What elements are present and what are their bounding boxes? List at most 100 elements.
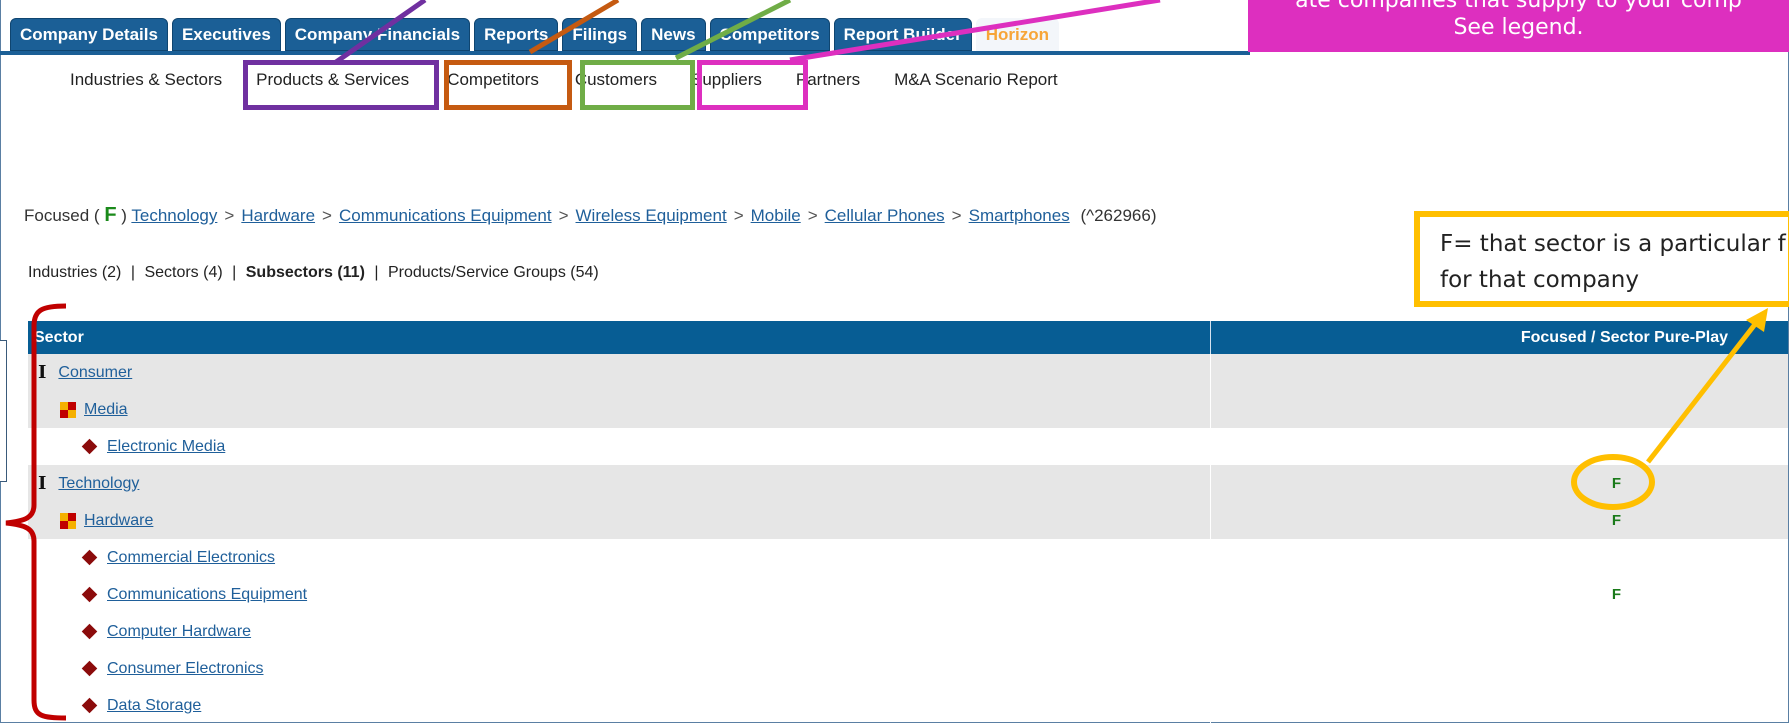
col-sector-header[interactable]: Sector [28, 321, 1211, 354]
focus-legend-line1: F= that sector is a particular f [1440, 231, 1786, 257]
sector-table: Sector Focused / Sector Pure-Play I Consu… [28, 321, 1788, 724]
crumb-sep: > [807, 206, 818, 225]
sector-cell: I Consumer [28, 354, 1211, 391]
crumb-mobile[interactable]: Mobile [751, 206, 801, 225]
crumb-sep: > [733, 206, 744, 225]
col-focused-header[interactable]: Focused / Sector Pure-Play [1211, 321, 1788, 354]
four-square-icon [60, 512, 76, 529]
count-industries[interactable]: Industries (2) [28, 264, 121, 281]
breadcrumb-code: (^262966) [1080, 206, 1157, 225]
count-sectors[interactable]: Sectors (4) [144, 264, 222, 281]
highlight-customers [580, 60, 695, 110]
focused-flag-cell [1211, 539, 1788, 576]
sector-link[interactable]: Consumer Electronics [107, 660, 264, 678]
sector-cell: Media [28, 391, 1211, 428]
count-sep: | [232, 264, 237, 281]
sector-link[interactable]: Data Storage [107, 697, 201, 715]
sector-cell: I Technology [28, 465, 1211, 502]
count-sep: | [130, 264, 135, 281]
sector-cell: Data Storage [28, 687, 1211, 724]
sector-cell: Electronic Media [28, 428, 1211, 465]
tab-reports[interactable]: Reports [474, 18, 559, 51]
sector-cell: Hardware [28, 502, 1211, 539]
table-row: Media [28, 391, 1788, 428]
count-product-groups[interactable]: Products/Service Groups (54) [388, 264, 599, 281]
suppliers-callout: ate companies that supply to your comp S… [1248, 0, 1789, 52]
sector-link[interactable]: Media [84, 401, 128, 419]
left-panel-edge [0, 340, 7, 482]
four-square-icon [60, 401, 76, 418]
diamond-icon [81, 623, 98, 640]
crumb-sep: > [558, 206, 569, 225]
crumb-wireless-equipment[interactable]: Wireless Equipment [576, 206, 727, 225]
focused-flag-cell [1211, 687, 1788, 724]
diamond-icon [81, 549, 98, 566]
suppliers-callout-line2: See legend. [1453, 15, 1584, 40]
tab-executives[interactable]: Executives [171, 18, 281, 51]
tab-company-details[interactable]: Company Details [10, 18, 168, 51]
highlight-competitors [444, 60, 572, 110]
level-counts: Industries (2) | Sectors (4) | Subsector… [28, 264, 599, 282]
diamond-icon [81, 438, 98, 455]
crumb-smartphones[interactable]: Smartphones [969, 206, 1070, 225]
sector-cell: Commercial Electronics [28, 539, 1211, 576]
diamond-icon [81, 586, 98, 603]
table-row: Data Storage [28, 687, 1788, 724]
tab-report-builder[interactable]: Report Builder [833, 18, 972, 51]
table-row: Electronic Media [28, 428, 1788, 465]
focused-flag-cell [1211, 650, 1788, 687]
sector-link[interactable]: Computer Hardware [107, 623, 251, 641]
highlight-products-services [243, 60, 439, 110]
diamond-icon [81, 697, 98, 714]
table-row: Consumer Electronics [28, 650, 1788, 687]
highlight-suppliers [697, 60, 808, 110]
count-sep: | [374, 264, 379, 281]
count-subsectors[interactable]: Subsectors (11) [246, 264, 365, 281]
sector-cell: Computer Hardware [28, 613, 1211, 650]
table-body: I Consumer Media Electronic Media I Technolog… [28, 354, 1788, 724]
table-row: I Consumer [28, 354, 1788, 391]
table-row: Communications Equipment F [28, 576, 1788, 613]
table-row: Hardware F [28, 502, 1788, 539]
table-row: I Technology F [28, 465, 1788, 502]
sector-link[interactable]: Electronic Media [107, 438, 225, 456]
i-beam-icon: I [38, 473, 47, 494]
focused-flag-cell [1211, 391, 1788, 428]
crumb-technology[interactable]: Technology [131, 206, 217, 225]
subnav-ma-scenario-report[interactable]: M&A Scenario Report [894, 70, 1057, 90]
breadcrumb: Focused ( F ) Technology > Hardware > Commun… [24, 204, 1157, 227]
subnav-industries-sectors[interactable]: Industries & Sectors [70, 70, 222, 90]
sector-cell: Communications Equipment [28, 576, 1211, 613]
suppliers-callout-line1: ate companies that supply to your comp [1295, 0, 1742, 13]
table-row: Commercial Electronics [28, 539, 1788, 576]
focused-flag-cell [1211, 613, 1788, 650]
i-beam-icon: I [38, 362, 47, 383]
tab-strip [0, 51, 1250, 55]
sector-link[interactable]: Consumer [58, 364, 132, 382]
sector-link[interactable]: Technology [58, 475, 139, 493]
tab-news[interactable]: News [641, 18, 706, 51]
focused-flag-cell: F [1611, 475, 1621, 492]
focused-flag-cell [1211, 354, 1788, 391]
focus-legend-line2: for that company [1440, 267, 1639, 293]
focused-flag-cell [1211, 428, 1788, 465]
tab-competitors[interactable]: Competitors [709, 18, 830, 51]
diamond-icon [81, 660, 98, 677]
focused-flag-cell: F [1611, 512, 1621, 529]
tab-company-financials[interactable]: Company Financials [284, 18, 471, 51]
sector-link[interactable]: Hardware [84, 512, 153, 530]
tab-filings[interactable]: Filings [562, 18, 638, 51]
sector-link[interactable]: Commercial Electronics [107, 549, 275, 567]
crumb-hardware[interactable]: Hardware [241, 206, 315, 225]
sector-cell: Consumer Electronics [28, 650, 1211, 687]
tab-horizon[interactable]: Horizon [975, 18, 1060, 51]
crumb-sep: > [951, 206, 962, 225]
focused-flag-cell: F [1611, 586, 1621, 603]
breadcrumb-prefix: Focused ( [24, 206, 100, 225]
sector-link[interactable]: Communications Equipment [107, 586, 307, 604]
crumb-sep: > [322, 206, 332, 225]
focus-legend-callout: F= that sector is a particular f for tha… [1414, 211, 1789, 307]
main-tabs: Company Details Executives Company Finan… [10, 18, 1060, 51]
crumb-communications-equipment[interactable]: Communications Equipment [339, 206, 552, 225]
crumb-cellular-phones[interactable]: Cellular Phones [825, 206, 945, 225]
